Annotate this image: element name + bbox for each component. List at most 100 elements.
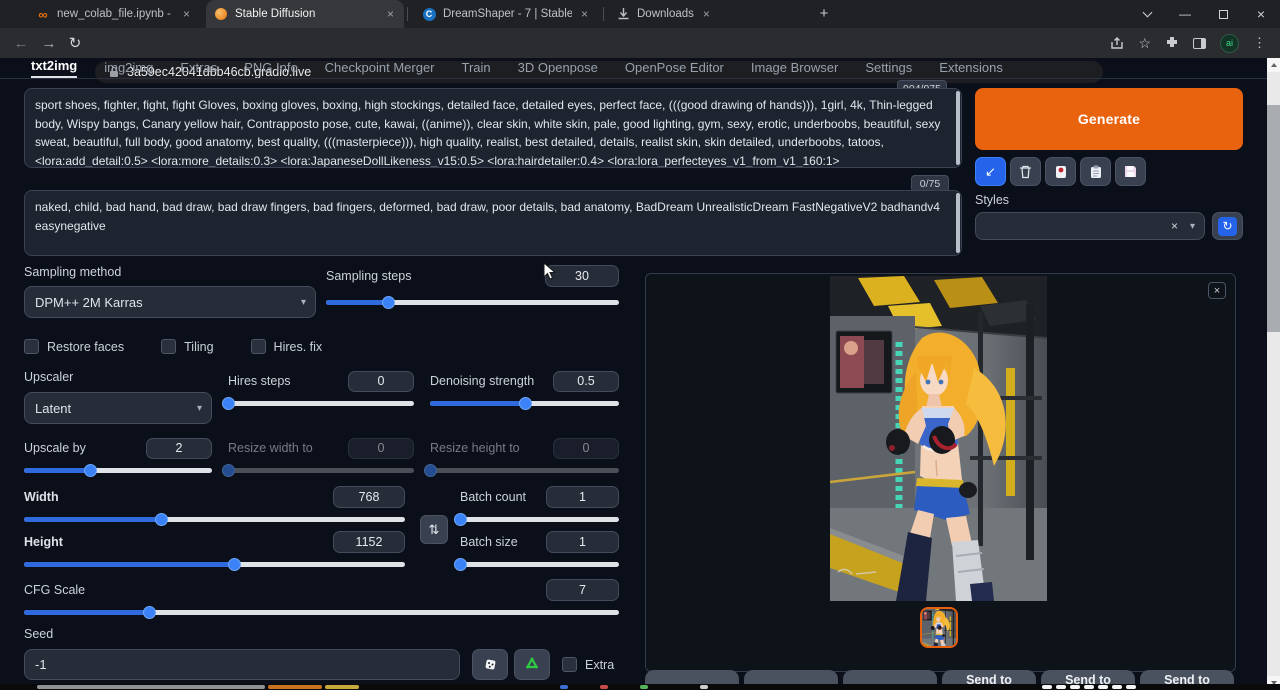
browser-tab-strip: ∞ new_colab_file.ipynb - Colaborat × Sta… — [0, 0, 1280, 28]
taskbar-sliver — [0, 684, 1280, 690]
tab-settings[interactable]: Settings — [865, 60, 912, 78]
apply-style-button[interactable] — [1080, 157, 1111, 186]
upscaler-dropdown[interactable]: Latent ▾ — [24, 392, 212, 424]
tab-title: Downloads — [637, 8, 694, 20]
forward-icon[interactable]: → — [38, 32, 60, 54]
tab-close-icon[interactable]: × — [701, 7, 712, 21]
tab-close-icon[interactable]: × — [385, 7, 396, 21]
page-scrollbar[interactable] — [1267, 58, 1280, 690]
tab-extras[interactable]: Extras — [180, 60, 217, 78]
checkbox-box[interactable] — [251, 339, 266, 354]
batch-size-input[interactable]: 1 — [546, 531, 619, 553]
chevron-down-icon: ▾ — [1190, 221, 1195, 232]
tab-close-icon[interactable]: × — [579, 7, 590, 21]
tab-txt2img[interactable]: txt2img — [31, 58, 77, 78]
close-preview-button[interactable]: × — [1208, 282, 1226, 299]
tab-search-chevron-icon[interactable] — [1128, 0, 1166, 28]
resize-height-slider[interactable] — [430, 468, 619, 473]
upscale-by-slider[interactable] — [24, 468, 212, 473]
clear-styles-icon[interactable]: × — [1171, 219, 1178, 233]
paste-params-button[interactable]: ↙ — [975, 157, 1006, 186]
denoising-strength-slider[interactable] — [430, 401, 619, 406]
generation-parameters: Sampling method DPM++ 2M Karras ▾ Sampli… — [24, 265, 619, 690]
side-panel-icon[interactable] — [1193, 38, 1206, 49]
clear-prompt-button[interactable] — [1010, 157, 1041, 186]
tab-openpose-editor[interactable]: OpenPose Editor — [625, 60, 724, 78]
resize-width-input[interactable]: 0 — [348, 438, 414, 459]
save-style-button[interactable] — [1115, 157, 1146, 186]
chevron-down-icon: ▾ — [301, 297, 306, 308]
taskbar-text-edge — [1070, 685, 1080, 689]
height-slider[interactable] — [24, 562, 405, 567]
cfg-scale-slider[interactable] — [24, 610, 619, 615]
tab-png-info[interactable]: PNG Info — [244, 60, 297, 78]
taskbar-text-edge — [1098, 685, 1108, 689]
refresh-styles-button[interactable]: ↻ — [1212, 212, 1243, 240]
negative-prompt-scrollbar[interactable] — [956, 193, 960, 253]
browser-menu-kebab-icon[interactable]: ⋮ — [1253, 35, 1266, 51]
resize-width-slider[interactable] — [228, 468, 414, 473]
tab-close-icon[interactable]: × — [181, 7, 192, 21]
checkbox-box[interactable] — [562, 657, 577, 672]
generated-image[interactable] — [830, 276, 1047, 601]
tab-image-browser[interactable]: Image Browser — [751, 60, 838, 78]
browser-tab-stable-diffusion[interactable]: Stable Diffusion × — [206, 0, 404, 28]
batch-count-input[interactable]: 1 — [546, 486, 619, 508]
restore-faces-checkbox[interactable]: Restore faces — [24, 339, 124, 354]
tab-checkpoint-merger[interactable]: Checkpoint Merger — [325, 60, 435, 78]
tab-3d-openpose[interactable]: 3D Openpose — [518, 60, 598, 78]
extensions-puzzle-icon[interactable] — [1165, 36, 1179, 50]
prompt-input[interactable]: sport shoes, fighter, fight, fight Glove… — [24, 88, 962, 168]
browser-tab-colab[interactable]: ∞ new_colab_file.ipynb - Colaborat × — [28, 0, 200, 28]
prompt-scrollbar[interactable] — [956, 91, 960, 165]
sampling-method-dropdown[interactable]: DPM++ 2M Karras ▾ — [24, 286, 316, 318]
scrollbar-thumb[interactable] — [1267, 105, 1280, 332]
styles-dropdown[interactable]: × ▾ — [975, 212, 1205, 240]
upscale-by-input[interactable]: 2 — [146, 438, 212, 459]
generate-button[interactable]: Generate — [975, 88, 1243, 150]
hires-steps-slider[interactable] — [228, 401, 414, 406]
bookmark-star-icon[interactable]: ☆ — [1138, 35, 1151, 52]
checkbox-box[interactable] — [24, 339, 39, 354]
tiling-checkbox[interactable]: Tiling — [161, 339, 213, 354]
cfg-scale-input[interactable]: 7 — [546, 579, 619, 601]
clipboard-icon — [1090, 165, 1102, 179]
width-input[interactable]: 768 — [333, 486, 405, 508]
minimize-button[interactable]: — — [1166, 0, 1204, 28]
sampling-steps-slider[interactable] — [326, 300, 619, 305]
maximize-button[interactable] — [1204, 0, 1242, 28]
batch-size-slider[interactable] — [460, 562, 619, 567]
extra-networks-button[interactable] — [1045, 157, 1076, 186]
hires-steps-input[interactable]: 0 — [348, 371, 414, 392]
share-icon[interactable] — [1110, 37, 1124, 50]
taskbar-icon-edge — [600, 685, 608, 689]
scroll-up-icon[interactable] — [1267, 58, 1280, 72]
extra-seed-checkbox[interactable]: Extra — [562, 657, 614, 672]
tab-extensions[interactable]: Extensions — [939, 60, 1003, 78]
close-window-button[interactable]: × — [1242, 0, 1280, 28]
swap-width-height-button[interactable]: ⇅ — [420, 515, 448, 544]
checkbox-box[interactable] — [161, 339, 176, 354]
seed-input[interactable]: -1 — [24, 649, 460, 680]
negative-prompt-input[interactable]: naked, child, bad hand, bad draw, bad dr… — [24, 190, 962, 256]
gallery-thumbnail[interactable] — [920, 607, 958, 648]
back-icon[interactable]: ← — [10, 32, 32, 54]
profile-avatar[interactable]: ai — [1220, 34, 1239, 53]
cfg-scale-label: CFG Scale — [24, 583, 85, 597]
tab-title: new_colab_file.ipynb - Colaborat — [57, 8, 174, 20]
browser-tab-downloads[interactable]: Downloads × — [608, 0, 798, 28]
random-seed-button[interactable] — [472, 649, 508, 680]
sampling-steps-input[interactable]: 30 — [545, 265, 619, 287]
new-tab-button[interactable]: + — [812, 5, 836, 23]
browser-tab-dreamshaper[interactable]: C DreamShaper - 7 | Stable Diffusi × — [414, 0, 598, 28]
height-input[interactable]: 1152 — [333, 531, 405, 553]
reuse-seed-button[interactable] — [514, 649, 550, 680]
denoising-strength-input[interactable]: 0.5 — [553, 371, 619, 392]
reload-icon[interactable]: ↻ — [64, 32, 86, 54]
resize-height-input[interactable]: 0 — [553, 438, 619, 459]
tab-train[interactable]: Train — [462, 60, 491, 78]
tab-img2img[interactable]: img2img — [104, 60, 153, 78]
hires-fix-checkbox[interactable]: Hires. fix — [251, 339, 323, 354]
width-slider[interactable] — [24, 517, 405, 522]
batch-count-slider[interactable] — [460, 517, 619, 522]
